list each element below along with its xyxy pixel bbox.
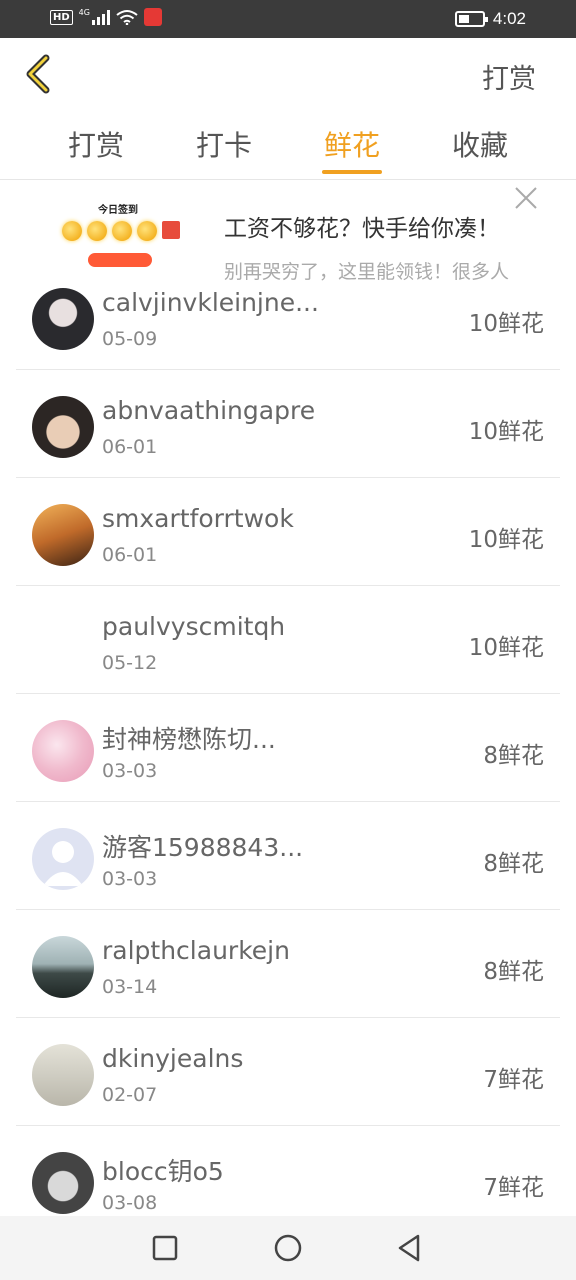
list-item[interactable]: smxartforrtwok 06-01 10鲜花 (16, 478, 560, 586)
tab-bar: 打赏 打卡 鲜花 收藏 (0, 110, 576, 180)
user-name: calvjinvkleinjne... (102, 288, 319, 317)
close-icon[interactable] (514, 186, 538, 210)
list-item[interactable]: dkinyjealns 02-07 7鲜花 (16, 1018, 560, 1126)
reward-button[interactable]: 打赏 (482, 57, 536, 96)
user-name: smxartforrtwok (102, 504, 294, 533)
flower-count: 10鲜花 (468, 311, 544, 337)
user-name: abnvaathingapre (102, 396, 316, 425)
avatar (32, 720, 94, 782)
flower-count: 7鲜花 (483, 1175, 544, 1201)
avatar (32, 504, 94, 566)
tab-favorites[interactable]: 收藏 (425, 124, 535, 164)
user-name: blocc钥o5 (102, 1157, 224, 1186)
date: 03-14 (102, 976, 158, 998)
user-name: 游客15988843... (102, 833, 304, 862)
back-nav-button[interactable] (394, 1232, 426, 1264)
signal-icon (91, 9, 110, 25)
status-bar: HD 4G 4:02 (0, 0, 576, 38)
notification-app-icon (143, 8, 162, 26)
date: 03-03 (102, 868, 158, 890)
date: 05-12 (102, 652, 158, 674)
avatar (32, 288, 94, 350)
user-name: paulvyscmitqh (102, 612, 286, 641)
date: 03-03 (102, 760, 158, 782)
avatar (32, 396, 94, 458)
list-item[interactable]: calvjinvkleinjne... 05-09 10鲜花 (16, 262, 560, 370)
avatar (32, 1152, 94, 1214)
avatar (32, 1044, 94, 1106)
system-nav-bar (0, 1216, 576, 1280)
clock: 4:02 (492, 9, 526, 28)
hd-badge: HD (50, 9, 73, 25)
date: 03-08 (102, 1192, 158, 1214)
date: 06-01 (102, 544, 158, 566)
network-type: 4G (78, 7, 90, 17)
tab-checkin[interactable]: 打卡 (169, 124, 279, 164)
date: 05-09 (102, 328, 158, 350)
coin-icons (62, 221, 180, 241)
flower-count: 8鲜花 (483, 959, 544, 985)
list-item[interactable]: 游客15988843... 03-03 8鲜花 (16, 802, 560, 910)
default-avatar-icon (43, 841, 83, 886)
user-name: ralpthclaurkejn (102, 936, 290, 965)
active-tab-indicator (322, 170, 382, 174)
flower-list: calvjinvkleinjne... 05-09 10鲜花 abnvaathi… (16, 262, 560, 1234)
avatar (32, 936, 94, 998)
list-item[interactable]: paulvyscmitqh 05-12 10鲜花 (16, 586, 560, 694)
avatar (32, 828, 94, 890)
battery-icon (454, 11, 488, 27)
flower-count: 10鲜花 (468, 419, 544, 445)
flower-count: 8鲜花 (483, 851, 544, 877)
user-name: dkinyjealns (102, 1044, 244, 1073)
list-item[interactable]: abnvaathingapre 06-01 10鲜花 (16, 370, 560, 478)
flower-count: 7鲜花 (483, 1067, 544, 1093)
date: 02-07 (102, 1084, 158, 1106)
tab-reward[interactable]: 打赏 (41, 124, 151, 164)
flower-count: 8鲜花 (483, 743, 544, 769)
ad-title: 工资不够花？快手给你凑！ (224, 216, 500, 242)
list-item[interactable]: 封神榜懋陈切... 03-03 8鲜花 (16, 694, 560, 802)
list-item[interactable]: ralpthclaurkejn 03-14 8鲜花 (16, 910, 560, 1018)
avatar (32, 612, 94, 674)
back-button[interactable] (18, 52, 62, 96)
recent-apps-button[interactable] (149, 1232, 181, 1264)
flower-count: 10鲜花 (468, 527, 544, 553)
flower-count: 10鲜花 (468, 635, 544, 661)
tab-flowers[interactable]: 鲜花 (297, 124, 407, 164)
date: 06-01 (102, 436, 158, 458)
home-button[interactable] (272, 1232, 304, 1264)
user-name: 封神榜懋陈切... (102, 725, 276, 754)
header: 打赏 (0, 38, 576, 110)
ad-thumbnail-title: 今日签到 (98, 205, 138, 216)
wifi-icon (116, 10, 138, 25)
